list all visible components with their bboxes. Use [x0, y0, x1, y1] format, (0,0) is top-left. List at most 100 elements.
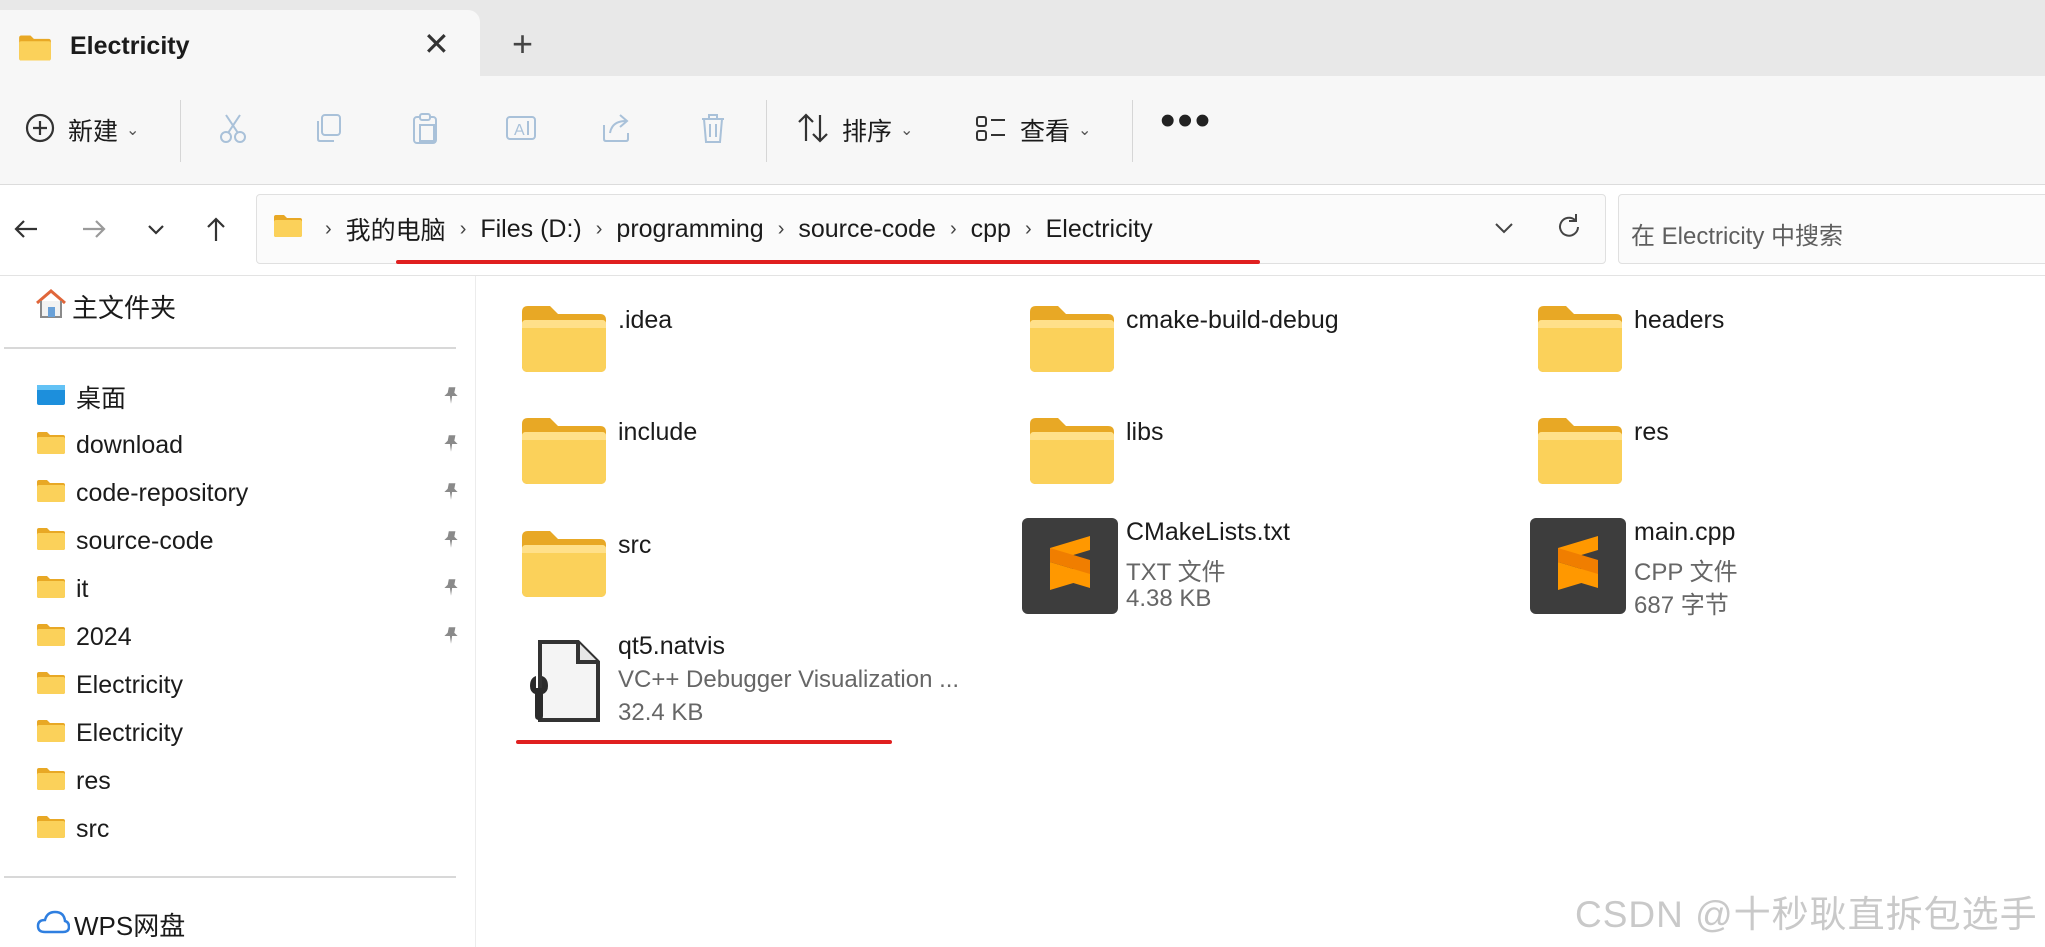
- sidebar-item-label: Electricity: [76, 670, 183, 699]
- sidebar-item-label: 2024: [76, 622, 132, 651]
- folder-icon: [36, 575, 66, 604]
- sidebar-item-src[interactable]: src: [36, 805, 466, 853]
- rename-button[interactable]: A: [504, 76, 538, 184]
- config-file-icon: [530, 640, 600, 722]
- forward-button[interactable]: [74, 211, 114, 251]
- folder-icon: [1028, 416, 1116, 486]
- plus-circle-icon: [24, 112, 56, 149]
- svg-text:A: A: [514, 122, 525, 139]
- divider: [766, 100, 767, 162]
- chevron-right-icon[interactable]: ›: [325, 218, 332, 241]
- sidebar-item-wps-cloud[interactable]: WPS网盘: [36, 904, 185, 944]
- sublime-text-icon: [1530, 518, 1626, 614]
- pin-icon: [440, 529, 462, 556]
- file-size: 4.38 KB: [1126, 585, 1212, 612]
- copy-button[interactable]: [312, 76, 346, 184]
- pin-icon: [440, 481, 462, 508]
- arrow-up-icon: [201, 214, 231, 249]
- view-button[interactable]: 查看 ⌄: [974, 76, 1091, 184]
- refresh-icon[interactable]: [1553, 211, 1585, 248]
- breadcrumb-item[interactable]: Electricity: [1046, 215, 1153, 244]
- sidebar-item-label: download: [76, 430, 184, 459]
- tab-electricity[interactable]: Electricity ✕: [0, 10, 480, 76]
- folder-icon: [520, 416, 608, 486]
- sidebar-item-label: it: [76, 574, 89, 603]
- file-name: main.cpp: [1634, 518, 1736, 546]
- sidebar-item-2024[interactable]: 2024: [36, 613, 466, 661]
- arrow-left-icon: [11, 214, 41, 249]
- folder-icon: [36, 815, 66, 844]
- chevron-down-icon: ⌄: [1078, 122, 1092, 139]
- sidebar-item-code-repository[interactable]: code-repository: [36, 469, 466, 517]
- paste-button[interactable]: [408, 76, 442, 184]
- sidebar-item-source-code[interactable]: source-code: [36, 517, 466, 565]
- annotation-underline: [396, 260, 1260, 264]
- folder-icon: [1028, 304, 1116, 374]
- copy-icon: [312, 111, 346, 150]
- search-input[interactable]: 在 Electricity 中搜索: [1618, 194, 2045, 264]
- close-icon[interactable]: ✕: [423, 28, 450, 60]
- search-placeholder: 在 Electricity 中搜索: [1631, 223, 1844, 250]
- new-tab-button[interactable]: +: [512, 26, 533, 62]
- address-history-dropdown[interactable]: [1489, 213, 1519, 248]
- sidebar-item-home[interactable]: 主文件夹: [34, 286, 176, 326]
- cut-button[interactable]: [216, 76, 250, 184]
- address-bar[interactable]: › 我的电脑 › Files (D:) › programming › sour…: [256, 194, 1606, 264]
- folder-icon: [36, 527, 66, 556]
- sidebar-item-desktop[interactable]: 桌面: [36, 373, 466, 421]
- tab-title: Electricity: [70, 32, 190, 60]
- sidebar-item-label: src: [76, 814, 110, 843]
- chevron-right-icon[interactable]: ›: [596, 218, 603, 241]
- pin-icon: [440, 625, 462, 652]
- folder-icon: [36, 431, 66, 460]
- file-size: 32.4 KB: [618, 699, 704, 726]
- divider: [4, 347, 456, 349]
- sidebar-item-res[interactable]: res: [36, 757, 466, 805]
- more-options-button[interactable]: •••: [1160, 76, 1212, 184]
- watermark: CSDN @十秒耿直拆包选手: [1575, 894, 2038, 935]
- folder-icon: [36, 671, 66, 700]
- breadcrumb-item[interactable]: 我的电脑: [346, 211, 446, 247]
- sidebar-item-label: res: [76, 766, 111, 795]
- navigation-pane: 主文件夹 桌面 download code-repository source-…: [0, 276, 476, 947]
- breadcrumb-item[interactable]: source-code: [798, 215, 936, 244]
- chevron-right-icon[interactable]: ›: [460, 218, 467, 241]
- chevron-down-icon: ⌄: [900, 122, 914, 139]
- breadcrumb-item[interactable]: programming: [616, 215, 763, 244]
- sort-button[interactable]: 排序 ⌄: [796, 76, 913, 184]
- trash-icon: [696, 111, 730, 150]
- sidebar-item-label: 桌面: [76, 385, 127, 413]
- breadcrumb-item[interactable]: Files (D:): [480, 215, 581, 244]
- cloud-icon: [36, 909, 71, 940]
- sort-label: 排序: [842, 118, 893, 146]
- file-type: VC++ Debugger Visualization ...: [618, 666, 960, 693]
- home-icon: [34, 288, 68, 325]
- back-button[interactable]: [6, 211, 46, 251]
- sidebar-item-it[interactable]: it: [36, 565, 466, 613]
- file-name: CMakeLists.txt: [1126, 518, 1290, 546]
- file-name: include: [618, 418, 698, 446]
- folder-icon: [36, 719, 66, 748]
- share-icon: [600, 111, 634, 150]
- sidebar-item-electricity[interactable]: Electricity: [36, 709, 466, 757]
- command-bar: 新建 ⌄ A 排序 ⌄ 查看 ⌄ •••: [0, 76, 2045, 185]
- sidebar-item-electricity[interactable]: Electricity: [36, 661, 466, 709]
- sort-icon: [796, 111, 830, 150]
- delete-button[interactable]: [696, 76, 730, 184]
- folder-icon: [1536, 304, 1624, 374]
- file-name: res: [1634, 418, 1669, 446]
- recent-locations-button[interactable]: [136, 211, 176, 251]
- new-button[interactable]: 新建 ⌄: [24, 76, 139, 184]
- chevron-right-icon[interactable]: ›: [1025, 218, 1032, 241]
- sidebar-item-download[interactable]: download: [36, 421, 466, 469]
- folder-icon: [1536, 416, 1624, 486]
- file-list: .idea cmake-build-debug headers include …: [476, 276, 2045, 947]
- breadcrumb-item[interactable]: cpp: [971, 215, 1011, 244]
- desktop-icon: [36, 383, 66, 412]
- view-list-icon: [974, 111, 1008, 150]
- scissors-icon: [216, 111, 250, 150]
- chevron-right-icon[interactable]: ›: [950, 218, 957, 241]
- up-button[interactable]: [196, 211, 236, 251]
- share-button[interactable]: [600, 76, 634, 184]
- chevron-right-icon[interactable]: ›: [778, 218, 785, 241]
